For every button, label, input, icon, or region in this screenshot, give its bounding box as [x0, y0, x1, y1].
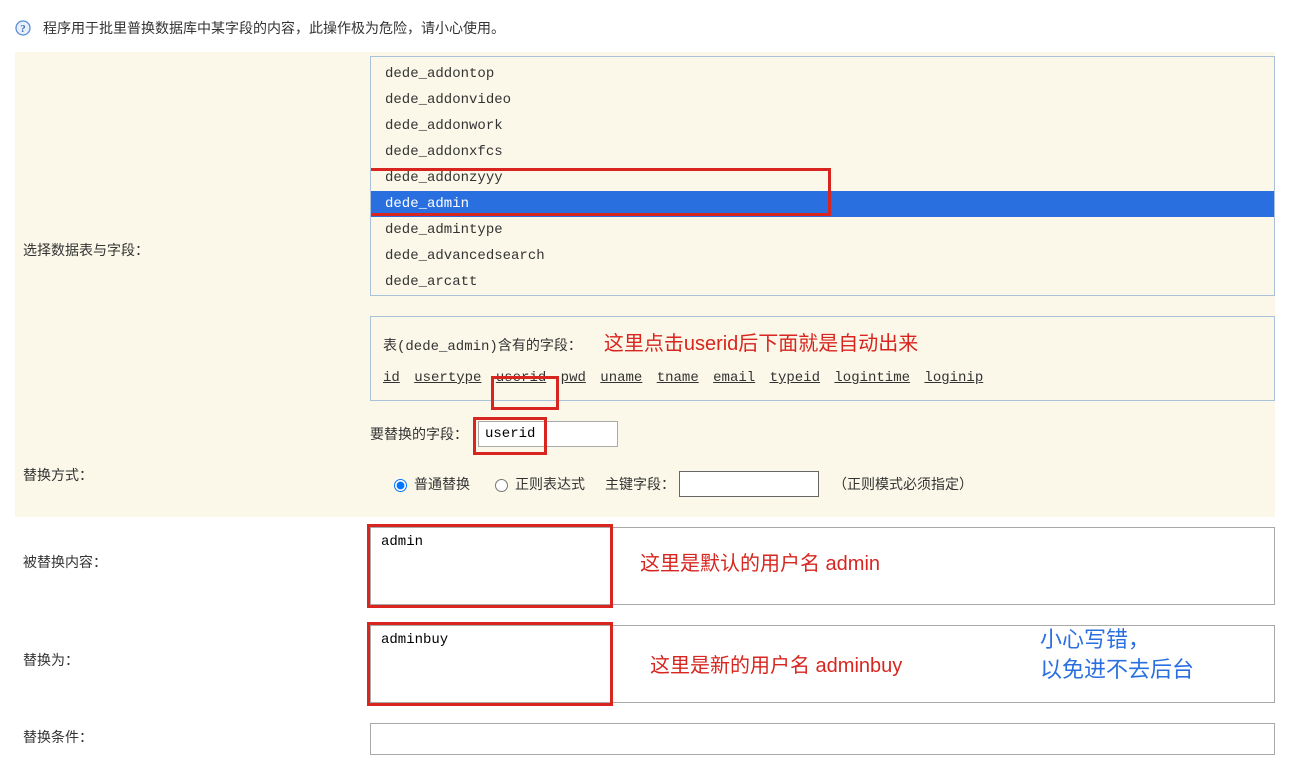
field-link[interactable]: logintime [834, 370, 910, 386]
listbox-item[interactable]: dede_arccache [371, 295, 1274, 296]
listbox-item[interactable]: dede_arcatt [371, 269, 1274, 295]
label-select-table: 选择数据表与字段： [15, 52, 370, 274]
help-icon: ? [15, 20, 31, 36]
listbox-item[interactable]: dede_addonxfcs [371, 139, 1274, 165]
svg-text:?: ? [20, 23, 26, 35]
replace-field-input[interactable] [478, 421, 618, 447]
label-replace-mode: 替换方式： [15, 451, 385, 499]
field-link[interactable]: email [713, 370, 755, 386]
radio-regex[interactable] [495, 479, 508, 492]
listbox-item[interactable]: dede_admintype [371, 217, 1274, 243]
annotation-target-red: 这里是新的用户名 adminbuy [650, 649, 902, 678]
listbox-item[interactable]: dede_addonzyyy [371, 165, 1274, 191]
field-panel: 表(dede_admin)含有的字段： 这里点击userid后下面就是自动出来 … [370, 316, 1275, 401]
label-source-content: 被替换内容： [15, 517, 370, 607]
field-link[interactable]: pwd [561, 370, 586, 386]
table-listbox[interactable]: dede_addontopdede_addonvideodede_addonwo… [370, 56, 1275, 296]
label-replace-field: 要替换的字段： [370, 424, 468, 444]
field-link[interactable]: loginip [924, 370, 983, 386]
field-link[interactable]: tname [657, 370, 699, 386]
annotation-target-blue: 小心写错，以免进不去后台 [1040, 625, 1194, 685]
field-link[interactable]: id [383, 370, 400, 386]
warning-text: 程序用于批里普换数据库中某字段的内容，此操作极为危险，请小心使用。 [43, 18, 505, 38]
listbox-item[interactable]: dede_addontop [371, 61, 1274, 87]
condition-textarea[interactable] [370, 723, 1275, 755]
radio-normal-label: 普通替换 [414, 474, 470, 494]
label-replace-condition: 替换条件： [15, 713, 370, 761]
field-links-row: id usertype userid pwd uname tname email… [383, 370, 1262, 386]
field-panel-title: 表(dede_admin)含有的字段： [383, 335, 582, 355]
label-pk: 主键字段： [605, 474, 675, 494]
label-target-content: 替换为： [15, 615, 370, 705]
listbox-item[interactable]: dede_addonvideo [371, 87, 1274, 113]
listbox-item[interactable]: dede_advancedsearch [371, 243, 1274, 269]
field-link[interactable]: uname [600, 370, 642, 386]
pk-hint: （正则模式必须指定） [833, 474, 973, 494]
listbox-item[interactable]: dede_addonwork [371, 113, 1274, 139]
annotation-click-userid: 这里点击userid后下面就是自动出来 [604, 327, 918, 356]
listbox-item[interactable]: dede_admin [371, 191, 1274, 217]
annotation-source: 这里是默认的用户名 admin [640, 547, 880, 576]
field-link[interactable]: typeid [770, 370, 820, 386]
field-link[interactable]: usertype [414, 370, 481, 386]
radio-normal[interactable] [394, 479, 407, 492]
pk-input[interactable] [679, 471, 819, 497]
radio-regex-label: 正则表达式 [515, 474, 585, 494]
field-link[interactable]: userid [496, 370, 546, 386]
